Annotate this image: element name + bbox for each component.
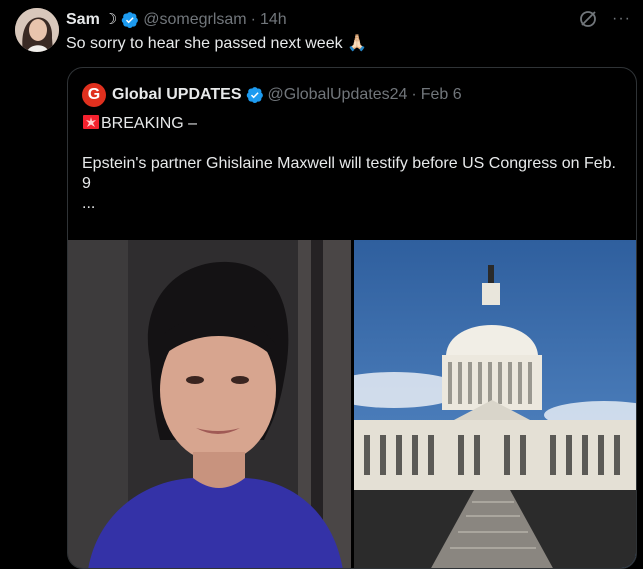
verified-badge-icon — [246, 87, 263, 103]
quoted-author-handle[interactable]: @GlobalUpdates24 — [268, 85, 408, 105]
breaking-label: BREAKING – — [101, 115, 198, 132]
media-grid — [68, 240, 636, 568]
tweet-header: Sam ☽ @somegrlsam · 14h ··· — [66, 9, 631, 31]
breaking-line: BREAKING – — [82, 114, 622, 134]
tweet-time[interactable]: 14h — [260, 10, 287, 30]
portrait-photo[interactable] — [68, 240, 351, 568]
quoted-text: BREAKING – Epstein's partner Ghislaine M… — [82, 114, 622, 214]
author-handle[interactable]: @somegrlsam — [143, 10, 246, 30]
capitol-image — [354, 240, 636, 568]
more-icon[interactable]: ··· — [612, 9, 631, 29]
quoted-header: G Global UPDATES @GlobalUpdates24 · Feb … — [82, 83, 462, 107]
moon-icon: ☽ — [103, 11, 118, 28]
quoted-tweet[interactable]: G Global UPDATES @GlobalUpdates24 · Feb … — [67, 67, 637, 569]
portrait-image — [68, 240, 351, 568]
tweet-body: So sorry to hear she passed next week — [66, 35, 343, 52]
grok-icon[interactable] — [578, 9, 598, 29]
logo-letter: G — [87, 86, 101, 103]
tweet-text: So sorry to hear she passed next week 🙏🏻 — [66, 34, 367, 54]
siren-icon — [83, 115, 99, 129]
ellipsis-text: ... — [82, 195, 96, 212]
quoted-date[interactable]: Feb 6 — [421, 85, 462, 105]
praying-hands-icon: 🙏🏻 — [347, 35, 367, 52]
avatar[interactable] — [15, 8, 59, 52]
header-actions: ··· — [578, 9, 631, 29]
verified-badge-icon — [122, 12, 139, 28]
capitol-photo[interactable] — [354, 240, 636, 568]
author-name[interactable]: Sam — [66, 10, 100, 30]
separator-dot: · — [411, 86, 417, 103]
global-updates-logo-icon[interactable]: G — [82, 83, 106, 107]
quoted-author-name[interactable]: Global UPDATES — [112, 85, 242, 105]
separator-dot: · — [250, 11, 256, 28]
headline-text: Epstein's partner Ghislaine Maxwell will… — [82, 155, 616, 192]
avatar-image — [15, 8, 59, 52]
